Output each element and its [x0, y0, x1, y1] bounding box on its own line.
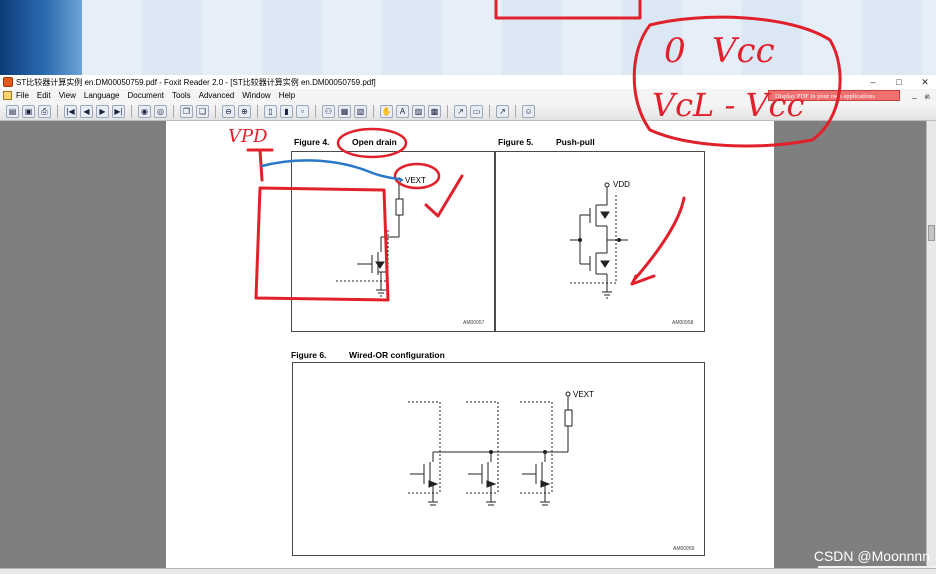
vertical-scrollbar[interactable] [926, 121, 936, 568]
figure6-vext-label: VEXT [573, 390, 594, 399]
handwritten-formula: VcL - Vcc [652, 86, 804, 124]
figure5-vdd-label: VDD [613, 180, 630, 189]
figure4-circuit [336, 177, 404, 297]
status-bar [0, 568, 936, 574]
figure6-node-2 [543, 450, 547, 454]
csdn-watermark: CSDN @Moonnnn [813, 548, 930, 564]
figure6-circuit [408, 391, 573, 506]
figure5-output-node [617, 238, 621, 242]
handwritten-vcc: Vcc [712, 31, 775, 71]
figure6-node-1 [489, 450, 493, 454]
handwritten-vpd: VPD [228, 126, 268, 147]
figure5-gate-node [578, 238, 582, 242]
scrollbar-thumb[interactable] [928, 225, 935, 241]
circuit-and-annotation-layer: VEXT VDD VEXT 0 Vcc VcL - Vcc VPD [228, 0, 842, 506]
handwritten-zero: 0 [664, 31, 686, 71]
figure4-vext-label: VEXT [405, 176, 426, 185]
